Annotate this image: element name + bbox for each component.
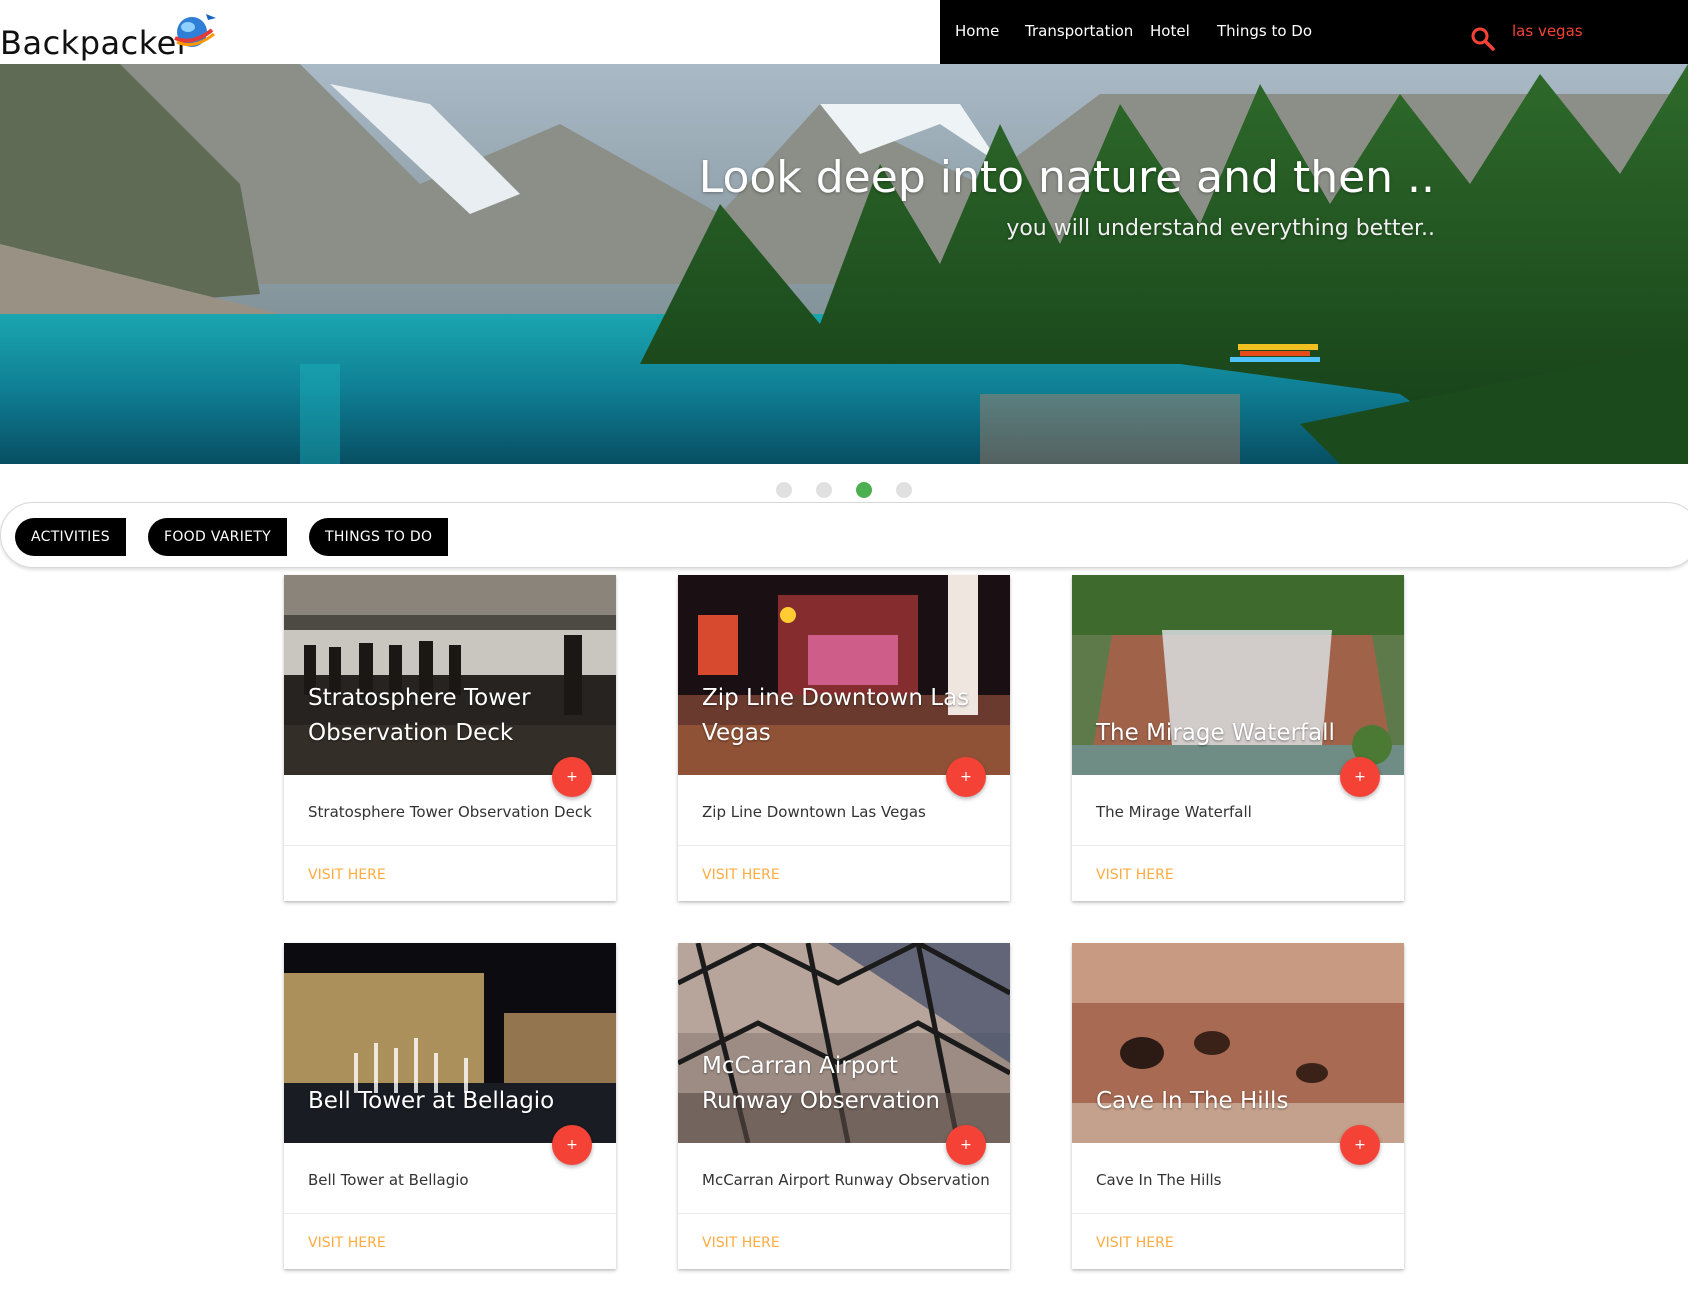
add-button[interactable]: +	[1340, 757, 1380, 797]
card-title: Cave In The Hills	[1096, 1171, 1222, 1189]
tab-food-variety[interactable]: FOOD VARIETY	[148, 518, 287, 556]
card-overlay-title: McCarran Airport Runway Observation	[702, 1053, 940, 1114]
tab-things-to-do[interactable]: THINGS TO DO	[309, 518, 449, 556]
card-image[interactable]: Bell Tower at Bellagio	[284, 943, 616, 1143]
card-overlay-title: Zip Line Downtown Las Vegas	[702, 685, 970, 746]
globe-logo-icon	[174, 14, 216, 47]
card-overlay-title: Cave In The Hills	[1096, 1088, 1289, 1114]
card-overlay-title: The Mirage Waterfall	[1096, 720, 1335, 746]
tab-activities[interactable]: ACTIVITIES	[15, 518, 126, 556]
site-header: Backpacker Home Transportation Hotel Thi…	[0, 0, 1688, 64]
card-image[interactable]: Stratosphere Tower Observation Deck	[284, 575, 616, 775]
activity-card: The Mirage Waterfall + The Mirage Waterf…	[1072, 575, 1404, 901]
search-icon[interactable]	[1470, 26, 1496, 52]
visit-here-link[interactable]: VISIT HERE	[1096, 1235, 1174, 1251]
brand[interactable]: Backpacker	[0, 0, 940, 64]
visit-here-link[interactable]: VISIT HERE	[1096, 867, 1174, 883]
card-title: Zip Line Downtown Las Vegas	[702, 803, 926, 821]
card-overlay-title: Stratosphere Tower Observation Deck	[308, 685, 531, 746]
nav-transportation[interactable]: Transportation	[1025, 22, 1133, 40]
card-divider	[284, 1213, 616, 1214]
nav-home[interactable]: Home	[955, 22, 999, 40]
activity-card: Zip Line Downtown Las Vegas + Zip Line D…	[678, 575, 1010, 901]
search-input[interactable]: las vegas	[1512, 22, 1583, 40]
activity-card: McCarran Airport Runway Observation + Mc…	[678, 943, 1010, 1269]
hero-slider: Look deep into nature and then .. you wi…	[0, 64, 1688, 464]
add-button[interactable]: +	[946, 757, 986, 797]
hero-subtitle: you will understand everything better..	[1006, 216, 1435, 241]
slider-dot-4[interactable]	[896, 482, 912, 498]
visit-here-link[interactable]: VISIT HERE	[308, 867, 386, 883]
card-image[interactable]: McCarran Airport Runway Observation	[678, 943, 1010, 1143]
hero-title: Look deep into nature and then ..	[698, 152, 1435, 203]
card-divider	[1072, 1213, 1404, 1214]
card-overlay-title: Bell Tower at Bellagio	[308, 1088, 555, 1114]
add-button[interactable]: +	[946, 1125, 986, 1165]
brand-name[interactable]: Backpacker	[0, 24, 190, 62]
card-image[interactable]: The Mirage Waterfall	[1072, 575, 1404, 775]
card-divider	[284, 845, 616, 846]
slider-dot-3-active[interactable]	[856, 482, 872, 498]
activity-card: Stratosphere Tower Observation Deck + St…	[284, 575, 616, 901]
card-image[interactable]: Zip Line Downtown Las Vegas	[678, 575, 1010, 775]
card-divider	[1072, 845, 1404, 846]
activity-card: Bell Tower at Bellagio + Bell Tower at B…	[284, 943, 616, 1269]
add-button[interactable]: +	[552, 757, 592, 797]
hero-image	[0, 64, 1688, 464]
card-title: Bell Tower at Bellagio	[308, 1171, 469, 1189]
slider-dot-2[interactable]	[816, 482, 832, 498]
visit-here-link[interactable]: VISIT HERE	[702, 867, 780, 883]
nav-hotel[interactable]: Hotel	[1150, 22, 1190, 40]
card-title: Stratosphere Tower Observation Deck	[308, 803, 592, 821]
visit-here-link[interactable]: VISIT HERE	[702, 1235, 780, 1251]
slider-dot-1[interactable]	[776, 482, 792, 498]
add-button[interactable]: +	[552, 1125, 592, 1165]
visit-here-link[interactable]: VISIT HERE	[308, 1235, 386, 1251]
nav-things-to-do[interactable]: Things to Do	[1217, 22, 1312, 40]
add-button[interactable]: +	[1340, 1125, 1380, 1165]
activity-card: Cave In The Hills + Cave In The Hills VI…	[1072, 943, 1404, 1269]
card-title: The Mirage Waterfall	[1096, 803, 1252, 821]
card-divider	[678, 1213, 1010, 1214]
card-divider	[678, 845, 1010, 846]
card-title: McCarran Airport Runway Observation	[702, 1171, 990, 1189]
card-image[interactable]: Cave In The Hills	[1072, 943, 1404, 1143]
